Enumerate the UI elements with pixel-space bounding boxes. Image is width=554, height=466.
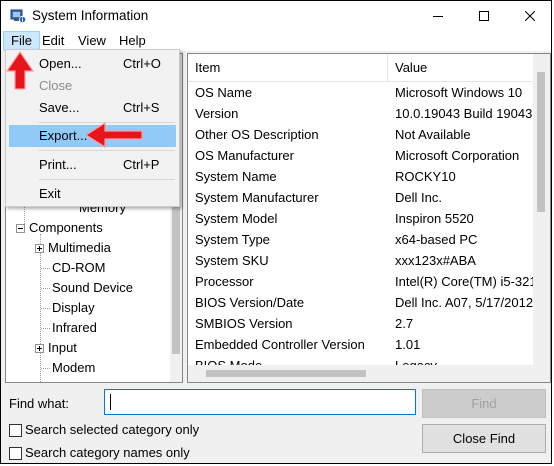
minimize-button[interactable]	[415, 1, 461, 31]
system-information-window: System Information File Edit View Help M…	[0, 0, 552, 464]
cell-value: 10.0.19043 Build 19043	[395, 106, 533, 121]
menu-view[interactable]: View	[71, 31, 113, 51]
cell-value: Microsoft Corporation	[395, 148, 520, 163]
details-horizontal-scrollbar-thumb[interactable]	[206, 370, 366, 377]
cell-value: Intel(R) Core(TM) i5-321	[395, 274, 537, 289]
table-row[interactable]: Version 10.0.19043 Build 19043	[188, 103, 533, 124]
column-header-value[interactable]: Value	[388, 54, 538, 82]
details-vertical-scrollbar[interactable]	[533, 54, 550, 365]
tree-item-label: Components	[29, 220, 103, 235]
cell-value: ROCKY10	[395, 169, 456, 184]
details-horizontal-scrollbar[interactable]	[188, 365, 533, 382]
collapse-icon[interactable]	[16, 224, 25, 234]
menu-item-export[interactable]: Export...	[9, 125, 176, 147]
table-row[interactable]: System Manufacturer Dell Inc.	[188, 187, 533, 208]
tree-item-label: Multimedia	[48, 240, 111, 255]
search-selected-category-checkbox[interactable]	[9, 424, 22, 437]
menu-item-close[interactable]: Close	[9, 75, 176, 97]
close-icon	[525, 11, 535, 21]
table-row[interactable]: System Name ROCKY10	[188, 166, 533, 187]
file-menu-dropdown: Open... Ctrl+O Close Save... Ctrl+S Export…	[5, 49, 180, 207]
window-title: System Information	[32, 8, 149, 23]
close-find-button[interactable]: Close Find	[422, 424, 546, 453]
details-list[interactable]: Item Value OS Name Microsoft Windows 10 Ve…	[187, 53, 551, 383]
menu-item-print[interactable]: Print... Ctrl+P	[9, 154, 176, 176]
cell-item: System Name	[195, 169, 277, 184]
menu-separator	[39, 179, 175, 180]
cell-value: 1.01	[395, 337, 421, 352]
cell-value: Dell Inc. A07, 5/17/2012	[395, 295, 534, 310]
tree-item-multimedia[interactable]: Multimedia	[35, 238, 111, 258]
table-row[interactable]: Embedded Controller Version 1.01	[188, 334, 533, 355]
cell-item: Embedded Controller Version	[195, 337, 365, 352]
cell-item: BIOS Version/Date	[195, 295, 305, 310]
tree-item-display[interactable]: Display	[52, 298, 95, 318]
menu-item-exit[interactable]: Exit	[9, 183, 176, 205]
tree-item-label: Input	[48, 340, 77, 355]
table-row[interactable]: BIOS Version/Date Dell Inc. A07, 5/17/201…	[188, 292, 533, 313]
table-row[interactable]: OS Name Microsoft Windows 10	[188, 82, 533, 103]
column-header-item[interactable]: Item	[188, 54, 388, 82]
menu-item-save[interactable]: Save... Ctrl+S	[9, 97, 176, 119]
details-vertical-scrollbar-thumb[interactable]	[537, 72, 545, 212]
maximize-icon	[479, 11, 489, 21]
maximize-button[interactable]	[461, 1, 507, 31]
table-row[interactable]: System SKU xxx123x#ABA	[188, 250, 533, 271]
expand-icon[interactable]	[35, 344, 44, 354]
menu-item-open[interactable]: Open... Ctrl+O	[9, 53, 176, 75]
table-row[interactable]: System Type x64-based PC	[188, 229, 533, 250]
table-row[interactable]: OS Manufacturer Microsoft Corporation	[188, 145, 533, 166]
menu-help[interactable]: Help	[112, 31, 153, 51]
cell-item: System Manufacturer	[195, 190, 319, 205]
table-row[interactable]: Other OS Description Not Available	[188, 124, 533, 145]
cell-value: xxx123x#ABA	[395, 253, 476, 268]
title-bar: System Information	[1, 1, 551, 31]
expand-icon[interactable]	[35, 244, 44, 254]
close-window-button[interactable]	[507, 1, 553, 31]
table-row[interactable]: Processor Intel(R) Core(TM) i5-321	[188, 271, 537, 292]
tree-item-input[interactable]: Input	[35, 338, 77, 358]
system-information-app-icon	[10, 8, 27, 24]
cell-item: OS Name	[195, 85, 253, 100]
menu-bar: File Edit View Help	[1, 31, 551, 51]
cell-item: System SKU	[195, 253, 269, 268]
search-category-names-label: Search category names only	[25, 445, 190, 460]
cell-item: System Model	[195, 211, 278, 226]
search-category-names-checkbox[interactable]	[9, 447, 22, 460]
cell-value: x64-based PC	[395, 232, 478, 247]
tree-item-cd-rom[interactable]: CD-ROM	[52, 258, 105, 278]
minimize-icon	[433, 16, 443, 17]
tree-item-modem[interactable]: Modem	[52, 358, 95, 378]
cell-value: Dell Inc.	[395, 190, 442, 205]
cell-value: Microsoft Windows 10	[395, 85, 523, 100]
find-what-input[interactable]	[104, 389, 416, 415]
cell-item: System Type	[195, 232, 270, 247]
find-button[interactable]: Find	[422, 389, 546, 418]
cell-value: 2.7	[395, 316, 414, 331]
cell-item: SMBIOS Version	[195, 316, 293, 331]
menu-separator	[39, 150, 175, 151]
tree-item-components[interactable]: Components	[16, 218, 103, 238]
tree-item-sound-device[interactable]: Sound Device	[52, 278, 133, 298]
search-selected-category-label: Search selected category only	[25, 422, 200, 437]
tree-item-infrared[interactable]: Infrared	[52, 318, 97, 338]
table-row[interactable]: System Model Inspiron 5520	[188, 208, 533, 229]
cell-item: Other OS Description	[195, 127, 319, 142]
cell-value: Not Available	[395, 127, 471, 142]
cell-item: OS Manufacturer	[195, 148, 294, 163]
scrollbar-corner	[533, 365, 550, 382]
cell-item: Version	[195, 106, 239, 121]
table-row[interactable]: SMBIOS Version 2.7	[188, 313, 533, 334]
menu-separator	[39, 122, 175, 123]
text-caret	[110, 394, 111, 410]
find-what-label: Find what:	[9, 396, 69, 411]
cell-item: Processor	[195, 274, 254, 289]
menu-edit[interactable]: Edit	[35, 31, 71, 51]
cell-value: Inspiron 5520	[395, 211, 474, 226]
